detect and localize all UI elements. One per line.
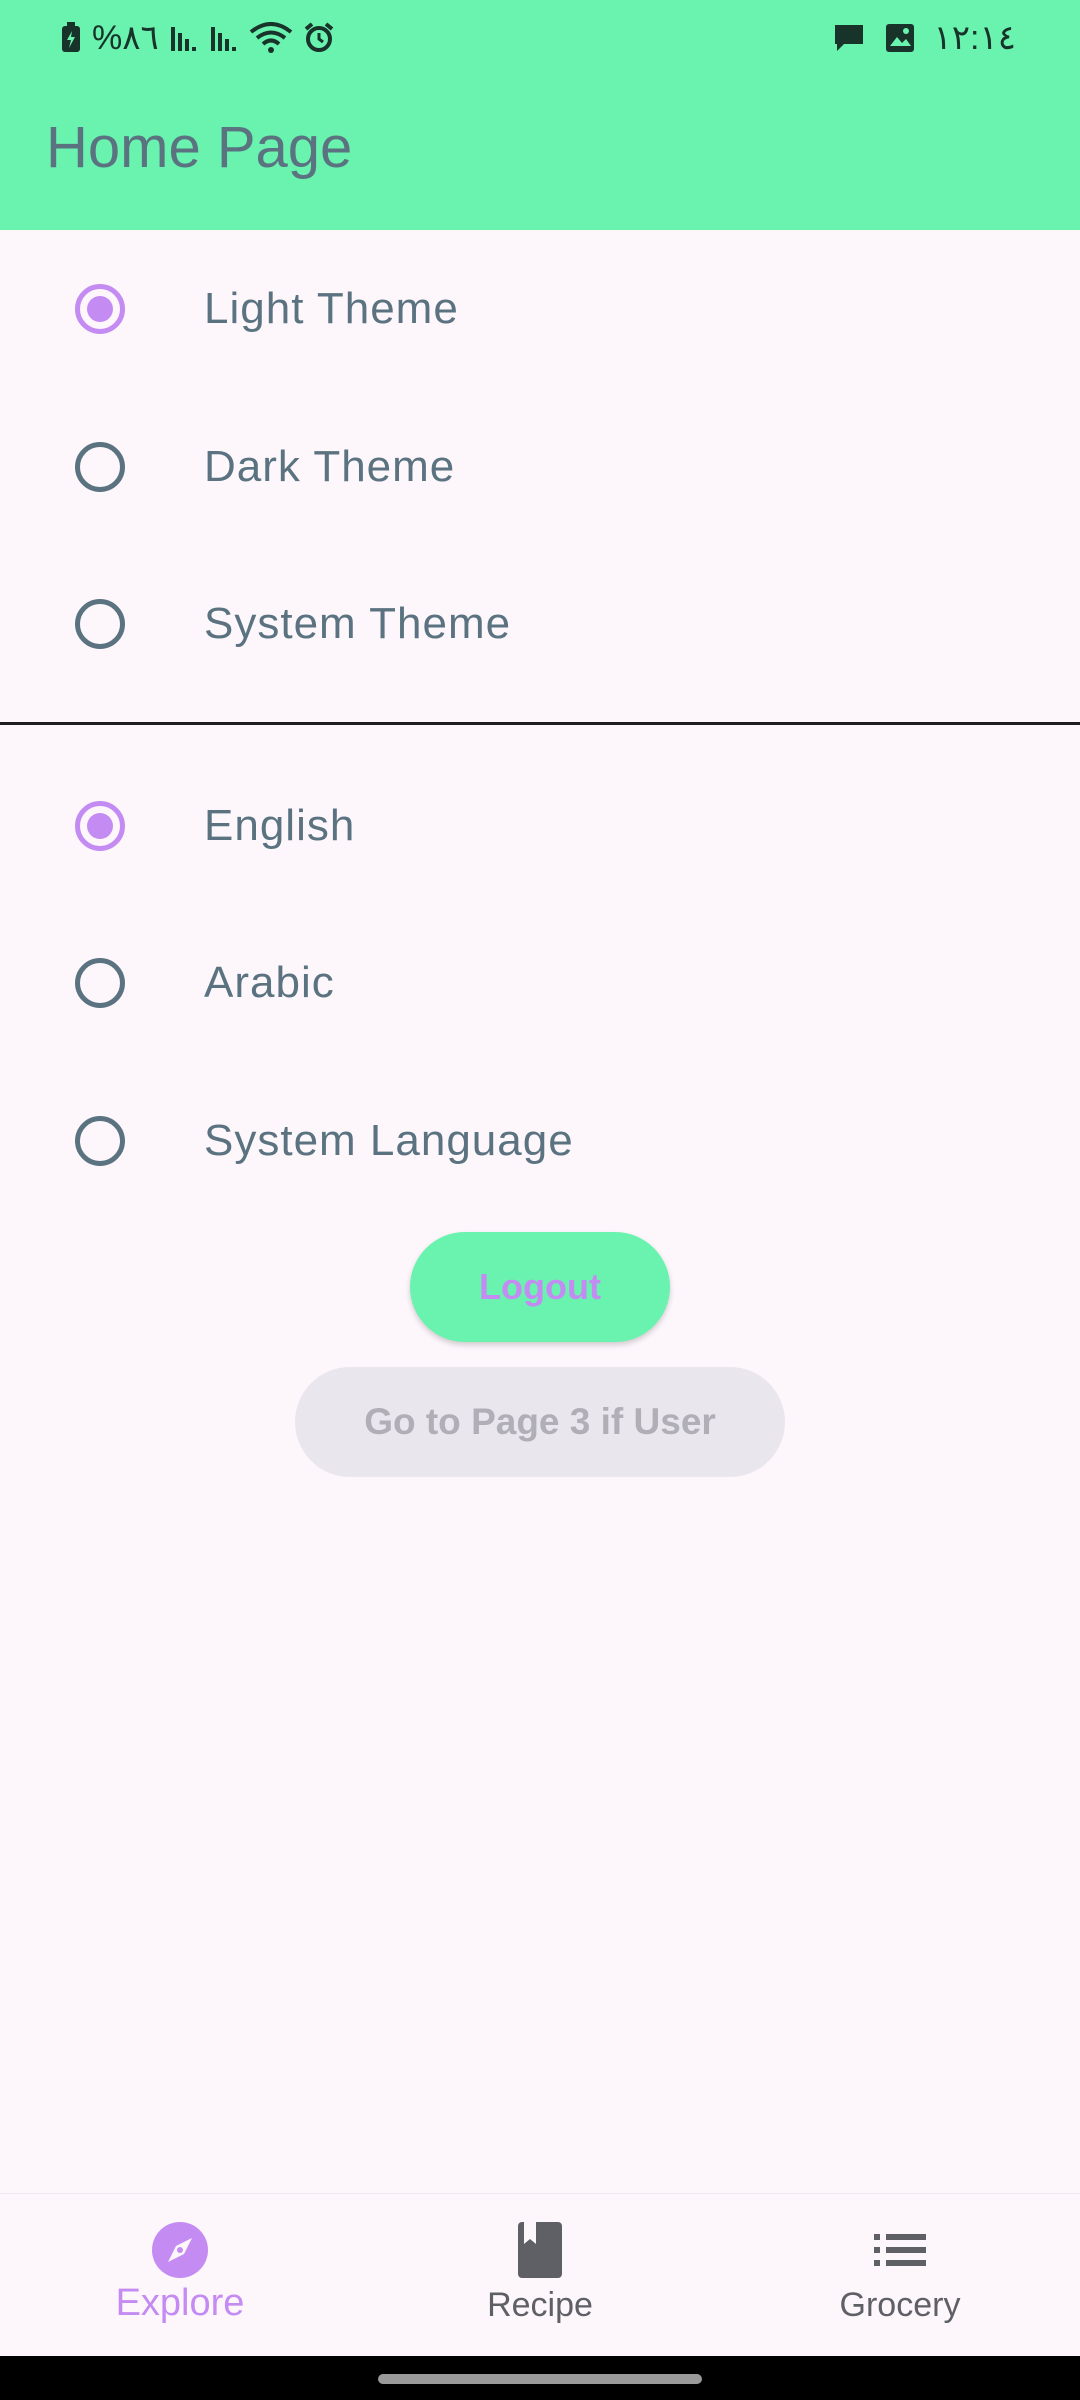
alarm-icon xyxy=(303,22,335,54)
logout-button[interactable]: Logout xyxy=(410,1232,670,1342)
radio-label: English xyxy=(204,801,356,850)
radio-button[interactable] xyxy=(75,1116,125,1166)
gesture-area xyxy=(0,2356,1080,2400)
go-to-page3-button[interactable]: Go to Page 3 if User xyxy=(295,1367,785,1477)
signal-icon xyxy=(169,23,199,53)
app-bar: Home Page xyxy=(0,80,1080,230)
status-right: ١٢:١٤ xyxy=(832,18,1017,58)
signal-icon xyxy=(209,23,239,53)
nav-label: Grocery xyxy=(839,2286,961,2324)
nav-item-grocery[interactable]: Grocery xyxy=(720,2194,1080,2357)
list-icon xyxy=(870,2220,930,2280)
radio-button[interactable] xyxy=(75,599,125,649)
image-icon xyxy=(884,22,916,54)
nav-label: Explore xyxy=(115,2282,245,2324)
wifi-icon xyxy=(249,22,293,54)
radio-button[interactable] xyxy=(75,442,125,492)
radio-light-theme[interactable]: Light Theme xyxy=(0,230,1080,388)
radio-system-language[interactable]: System Language xyxy=(0,1062,1080,1220)
radio-label: System Language xyxy=(204,1116,574,1165)
divider xyxy=(0,722,1080,725)
battery-percent: %٨٦ xyxy=(92,19,159,57)
nav-item-recipe[interactable]: Recipe xyxy=(360,2194,720,2357)
book-icon xyxy=(510,2220,570,2280)
radio-label: Light Theme xyxy=(204,284,459,333)
clock-time: ١٢:١٤ xyxy=(933,19,1017,57)
battery-charging-icon xyxy=(60,22,82,54)
radio-button[interactable] xyxy=(75,801,125,851)
nav-item-explore[interactable]: Explore xyxy=(0,2194,360,2357)
compass-icon xyxy=(150,2220,210,2280)
radio-button[interactable] xyxy=(75,958,125,1008)
radio-button[interactable] xyxy=(75,284,125,334)
radio-label: Arabic xyxy=(204,958,335,1007)
nav-label: Recipe xyxy=(487,2286,593,2324)
chat-icon xyxy=(832,22,866,54)
bottom-nav: Explore Recipe Grocery xyxy=(0,2193,1080,2357)
status-left: %٨٦ xyxy=(60,18,335,58)
radio-label: System Theme xyxy=(204,599,512,648)
status-bar: %٨٦ ١٢:١٤ xyxy=(0,0,1080,80)
radio-arabic[interactable]: Arabic xyxy=(0,904,1080,1062)
radio-system-theme[interactable]: System Theme xyxy=(0,545,1080,703)
radio-dark-theme[interactable]: Dark Theme xyxy=(0,388,1080,546)
gesture-handle[interactable] xyxy=(378,2374,702,2384)
page-title: Home Page xyxy=(46,115,353,180)
radio-label: Dark Theme xyxy=(204,442,456,491)
radio-english[interactable]: English xyxy=(0,747,1080,905)
